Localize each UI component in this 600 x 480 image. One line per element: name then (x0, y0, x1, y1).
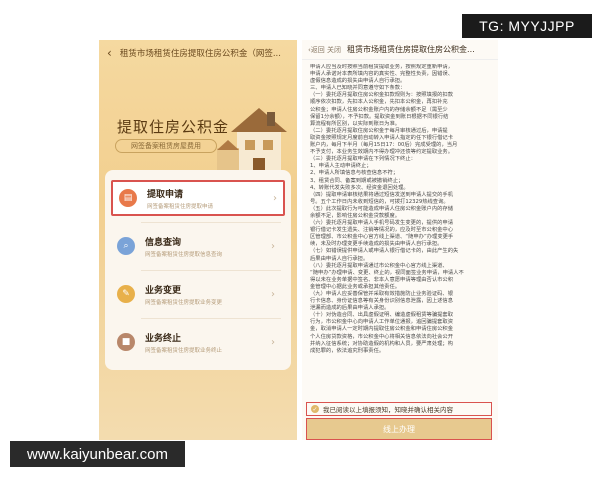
menu-card: ▤ 提取申请 网签备案租赁住房提取申请 › ⌕ 信息查询 网签备案租赁住房提取信… (105, 170, 291, 370)
chevron-right-icon: › (271, 336, 275, 348)
agree-text: 我已阅读以上填报须知，知晓并确认相关内容 (323, 406, 453, 414)
left-nav-bar: ‹ 租赁市场租赁住房提取住房公积金（网签... (99, 40, 297, 66)
notice-document: 申请人应当及时按照当前租赁提取业务，按照规定重新申请， 申请人承诺对本表所填内容的… (310, 64, 492, 396)
doc-line: 3、租赁合同、备案到期或被撤销终止； (310, 177, 404, 184)
chevron-right-icon: › (271, 240, 275, 252)
doc-line: 得以未在业务单据中签名、非本人意愿申请等理由否认市公积 (310, 276, 454, 283)
menu-item-query[interactable]: ⌕ 信息查询 网签备案租赁住房提取信息查询 › (111, 228, 285, 264)
edit-icon: ✎ (117, 285, 135, 303)
agree-checkbox-row[interactable]: ✓ 我已阅读以上填报须知，知晓并确认相关内容 (306, 402, 492, 416)
right-nav-bar: ‹返回 关闭 租赁市场租赁住房提取住房公积金... (302, 40, 498, 60)
hero-title: 提取住房公积金 (117, 118, 230, 136)
divider (141, 222, 281, 223)
document-icon: ▤ (119, 189, 137, 207)
menu-item-subtitle: 网签备案租赁住房提取业务变更 (145, 299, 223, 306)
menu-item-title: 信息查询 (145, 237, 182, 248)
doc-line: （四）提取申请审核结果将通过短信发送到申请人提交的手机 (310, 191, 454, 198)
doc-line: 后果由申请人自行承担。 (310, 255, 369, 262)
doc-line: 4、转账代发失败多次、经资金退回处理。 (310, 184, 409, 191)
checkmark-icon[interactable]: ✓ (311, 405, 319, 413)
doc-line: 顺序依次扣款，先扣本人公积金，先扣本公积金，再扣补充 (310, 99, 448, 106)
menu-item-change[interactable]: ✎ 业务变更 网签备案租赁住房提取业务变更 › (111, 276, 285, 312)
menu-item-terminate[interactable]: ■ 业务终止 网签备案租赁住房提取业务终止 › (111, 324, 285, 360)
doc-line: （八）委托逐月提取申请通过市公积金中心官方线上渠道、 (310, 262, 448, 269)
doc-line: 个人住房贷款资格，市公积金中心将相关信息依法向社会公开 (310, 333, 454, 340)
menu-item-apply[interactable]: ▤ 提取申请 网签备案租赁住房提取申请 › (111, 180, 285, 216)
menu-item-subtitle: 网签备案租赁住房提取申请 (147, 203, 214, 210)
doc-line: 余额不足，影响住房公积金贷款额度。 (310, 212, 401, 219)
doc-line: （五）此次提取行为可能造成申请人住房公积金账户内的存储 (310, 205, 454, 212)
search-icon: ⌕ (117, 237, 135, 255)
right-nav-title: 租赁市场租赁住房提取住房公积金... (347, 45, 475, 54)
doc-line: 公积金；申请人住房公积金账户内的存储余额不足（需至少 (310, 106, 448, 113)
menu-item-title: 业务终止 (145, 333, 182, 344)
online-apply-button[interactable]: 线上办理 (306, 418, 492, 440)
chevron-right-icon: › (273, 192, 277, 204)
doc-line: 金管理中心据此业务或承担其他责任。 (310, 283, 401, 290)
doc-line: 成犯罪的，依法追究刑事责任。 (310, 347, 385, 354)
doc-line: 2、申请人所填信息与核查信息不符； (310, 170, 399, 177)
watermark-bottom: www.kaiyunbear.com (10, 441, 185, 467)
doc-line: “随申办”办理申请、变更、终止的，视同面签业务申请，申请人不 (310, 269, 464, 276)
back-close-links[interactable]: ‹返回 关闭 (308, 45, 341, 55)
menu-item-subtitle: 网签备案租赁住房提取信息查询 (145, 251, 223, 258)
doc-line: 并纳入征信系统；对协助造假的机构和人员，要严肃处理；构 (310, 340, 454, 347)
left-nav-title: 租赁市场租赁住房提取住房公积金（网签... (119, 49, 281, 59)
back-arrow-icon[interactable]: ‹ (107, 47, 112, 59)
watermark-top: TG: MYYJJPP (462, 14, 592, 38)
doc-line: 号。五个工作日内未收到短信的，可拨打12329热线查询。 (310, 198, 449, 205)
doc-line: 算流程有所区别，以实际到账日为准。 (310, 120, 401, 127)
chevron-right-icon: › (271, 288, 275, 300)
menu-item-title: 提取申请 (147, 189, 184, 200)
stop-icon: ■ (117, 333, 135, 351)
divider (141, 318, 281, 319)
menu-item-subtitle: 网签备案租赁住房提取业务终止 (145, 347, 223, 354)
doc-line: 保留1分余额），不予扣款。提取资金到账日根据不同银行结 (310, 113, 449, 120)
left-phone-screen: ‹ 租赁市场租赁住房提取住房公积金（网签... 提取住房公积金 网签备案租赁房屋… (99, 40, 297, 440)
right-phone-screen: ‹返回 关闭 租赁市场租赁住房提取住房公积金... 申请人应当及时按照当前租赁提… (302, 40, 498, 440)
divider (141, 270, 281, 271)
hero-subtitle: 网签备案租赁房屋费用 (115, 139, 217, 153)
menu-item-title: 业务变更 (145, 285, 182, 296)
doc-line: （二）委托逐月提取住房公积金于每月审核通过后，申请提 (310, 127, 448, 134)
house-illustration-icon (217, 108, 287, 180)
doc-line: （七）如错误提供申请人或申请人银行借记卡的，由此产生的失 (310, 248, 459, 255)
doc-line: 金，取消申请人一定时期内提取住房公积金和申请住房公积金 (310, 326, 454, 333)
doc-line: 取资金按照规定月度前自动转入申请人指定的任下银行借记卡 (310, 134, 454, 141)
